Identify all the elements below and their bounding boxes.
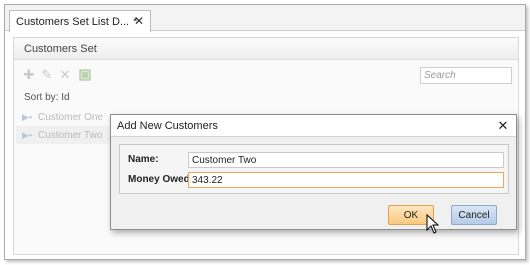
add-icon[interactable]: ✚ <box>22 67 36 82</box>
dialog-title: Add New Customers <box>111 115 516 137</box>
money-owed-field[interactable] <box>188 172 504 188</box>
mouse-cursor-icon <box>426 214 440 234</box>
panel-title: Customers Set <box>14 38 518 60</box>
edit-icon[interactable]: ✎ <box>40 67 54 82</box>
delete-icon[interactable]: ✕ <box>58 67 72 82</box>
list-item-label: Customer One <box>38 111 104 123</box>
add-customer-dialog: Add New Customers ✕ Name: Money Owed: OK… <box>110 114 517 230</box>
close-icon[interactable]: ✕ <box>496 118 510 133</box>
list-item-label: Customer Two <box>38 129 103 141</box>
row-expand-icon: ▶▪ <box>22 129 33 140</box>
toolbar: ✚ ✎ ✕ <box>14 64 518 86</box>
row-expand-icon: ▶▪ <box>22 111 33 122</box>
export-icon[interactable] <box>78 68 92 82</box>
cancel-button[interactable]: Cancel <box>451 205 497 225</box>
search-input[interactable] <box>420 67 512 84</box>
money-owed-label: Money Owed: <box>128 174 194 185</box>
close-icon[interactable]: ✕ <box>132 14 146 28</box>
sort-label: Sort by: Id <box>24 92 70 103</box>
name-label: Name: <box>128 154 159 165</box>
customer-form: Name: Money Owed: <box>119 144 509 194</box>
name-field[interactable] <box>188 152 504 168</box>
document-tab[interactable]: Customers Set List D... * ✕ <box>9 10 151 32</box>
document-tab-title: Customers Set List D... <box>16 15 130 28</box>
document-tab-strip: Customers Set List D... * ✕ <box>5 5 525 32</box>
